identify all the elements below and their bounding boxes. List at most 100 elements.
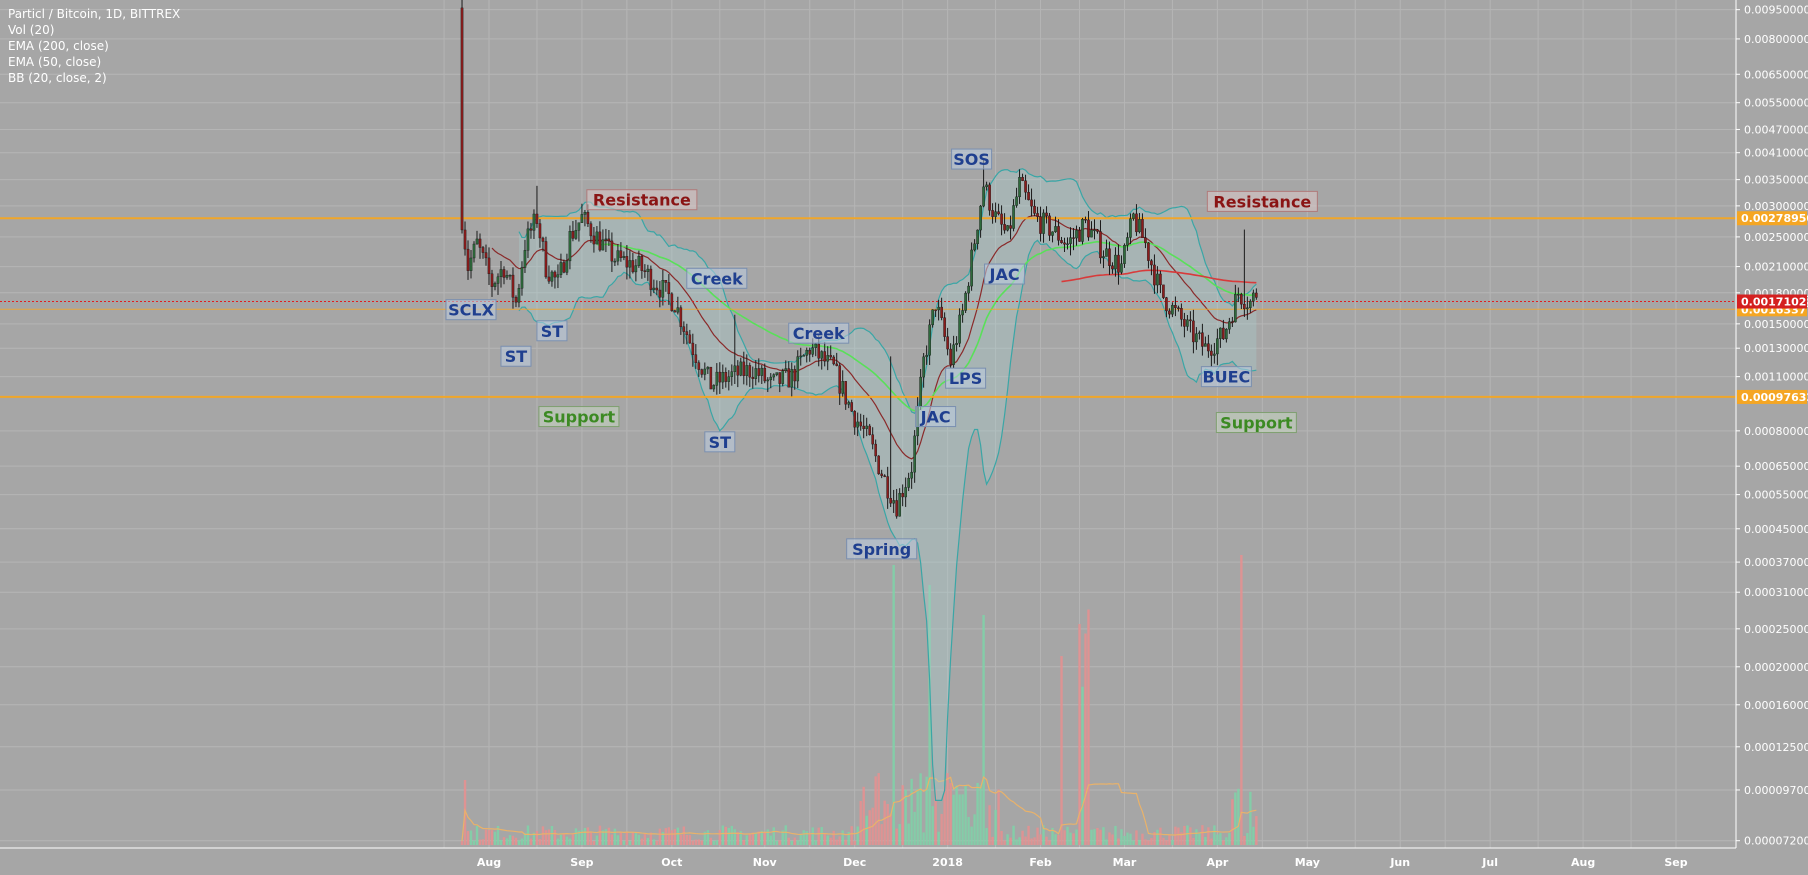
- volume-bar: [628, 840, 632, 845]
- volume-bar: [598, 825, 602, 845]
- candle-body: [766, 379, 770, 382]
- y-tick-label: 0.00065000: [1744, 460, 1808, 473]
- candle-body: [1180, 308, 1183, 320]
- volume-bar: [652, 839, 656, 845]
- candle-body: [1189, 319, 1192, 322]
- candle-body: [784, 368, 788, 372]
- volume-bar: [853, 840, 856, 845]
- volume-bar: [895, 828, 898, 845]
- candle-body: [505, 275, 509, 278]
- volume-bar: [673, 829, 677, 845]
- volume-bar: [562, 833, 566, 845]
- volume-bar: [820, 827, 823, 845]
- candle-body: [739, 361, 743, 376]
- candle-body: [829, 355, 833, 358]
- chart-area[interactable]: SCLX ST ST Resistance Creek Support ST Creek Spr…: [0, 0, 1808, 870]
- volume-bar: [1120, 829, 1123, 845]
- volume-bar: [1006, 834, 1009, 845]
- candle-body: [1228, 321, 1231, 330]
- indicator-volume[interactable]: Vol (20): [8, 22, 180, 38]
- x-tick-label: Aug: [477, 856, 501, 869]
- candle-body: [526, 228, 530, 251]
- candle-body: [790, 369, 794, 388]
- candle-body: [730, 371, 734, 377]
- volume-bar: [544, 830, 548, 845]
- candle-body: [607, 238, 611, 242]
- volume-bar: [784, 825, 787, 845]
- x-tick-label: Sep: [1664, 856, 1687, 869]
- volume-bar: [1126, 832, 1129, 845]
- volume-bar: [718, 829, 722, 845]
- volume-bar: [586, 827, 590, 845]
- candle-body: [535, 213, 539, 224]
- candle-body: [997, 211, 1000, 215]
- candle-body: [1018, 177, 1021, 198]
- candle-body: [817, 343, 821, 359]
- volume-bar: [1072, 833, 1075, 845]
- candle-body: [1222, 327, 1225, 340]
- x-tick-label: Mar: [1113, 856, 1137, 869]
- annotation-label: Resistance: [1213, 192, 1311, 211]
- candle-body: [985, 184, 988, 188]
- volume-bar: [802, 830, 805, 845]
- volume-bar: [1081, 686, 1084, 845]
- candle-body: [1075, 230, 1078, 239]
- candle-body: [1249, 300, 1252, 308]
- candle-body: [889, 498, 892, 504]
- candle-body: [1120, 263, 1123, 273]
- candle-body: [748, 365, 752, 378]
- volume-bar: [814, 840, 817, 845]
- candle-body: [877, 455, 880, 475]
- candle-body: [1045, 212, 1048, 217]
- candle-body: [1027, 192, 1030, 201]
- candle-body: [1042, 212, 1045, 234]
- volume-bar: [712, 840, 716, 845]
- candle-body: [961, 310, 964, 316]
- candle-body: [808, 350, 812, 355]
- y-tick-label: 0.00650000: [1744, 68, 1808, 81]
- candle-body: [460, 7, 464, 231]
- candle-body: [874, 443, 877, 457]
- candle-body: [838, 365, 842, 394]
- volume-bar: [472, 840, 476, 845]
- candle-body: [772, 374, 776, 378]
- volume-bar: [637, 834, 641, 845]
- candle-body: [547, 276, 551, 282]
- volume-bar: [1141, 833, 1144, 845]
- indicator-bb[interactable]: BB (20, close, 2): [8, 70, 180, 86]
- volume-bar: [754, 832, 757, 845]
- indicator-ema200[interactable]: EMA (200, close): [8, 38, 180, 54]
- candle-body: [616, 250, 620, 262]
- candle-body: [640, 256, 644, 271]
- volume-bar: [778, 840, 781, 845]
- candle-body: [538, 223, 542, 239]
- candle-body: [1087, 219, 1090, 238]
- candle-body: [625, 256, 629, 268]
- price-chart[interactable]: SCLX ST ST Resistance Creek Support ST Creek Spr…: [0, 0, 1808, 870]
- volume-bar: [1027, 825, 1030, 845]
- annotation-label: ST: [541, 322, 564, 341]
- candle-body: [577, 222, 581, 231]
- volume-bar: [583, 827, 587, 845]
- volume-bar: [688, 835, 692, 845]
- volume-bar: [1096, 827, 1099, 845]
- indicator-ema50[interactable]: EMA (50, close): [8, 54, 180, 70]
- candle-body: [541, 237, 545, 242]
- candle-body: [796, 356, 800, 382]
- candle-body: [592, 235, 596, 245]
- candle-body: [679, 307, 683, 327]
- volume-bar: [1159, 827, 1162, 845]
- volume-bar: [733, 829, 736, 845]
- volume-bar: [460, 840, 464, 845]
- candle-body: [1078, 230, 1081, 242]
- volume-bar: [1189, 827, 1192, 845]
- volume-bar: [1102, 827, 1105, 845]
- candle-body: [559, 262, 563, 275]
- candle-body: [970, 249, 973, 287]
- volume-bar: [826, 835, 829, 845]
- candle-body: [688, 334, 692, 344]
- candle-body: [655, 287, 659, 291]
- volume-bar: [634, 833, 638, 845]
- volume-bar: [493, 831, 497, 845]
- volume-bar: [1021, 830, 1024, 845]
